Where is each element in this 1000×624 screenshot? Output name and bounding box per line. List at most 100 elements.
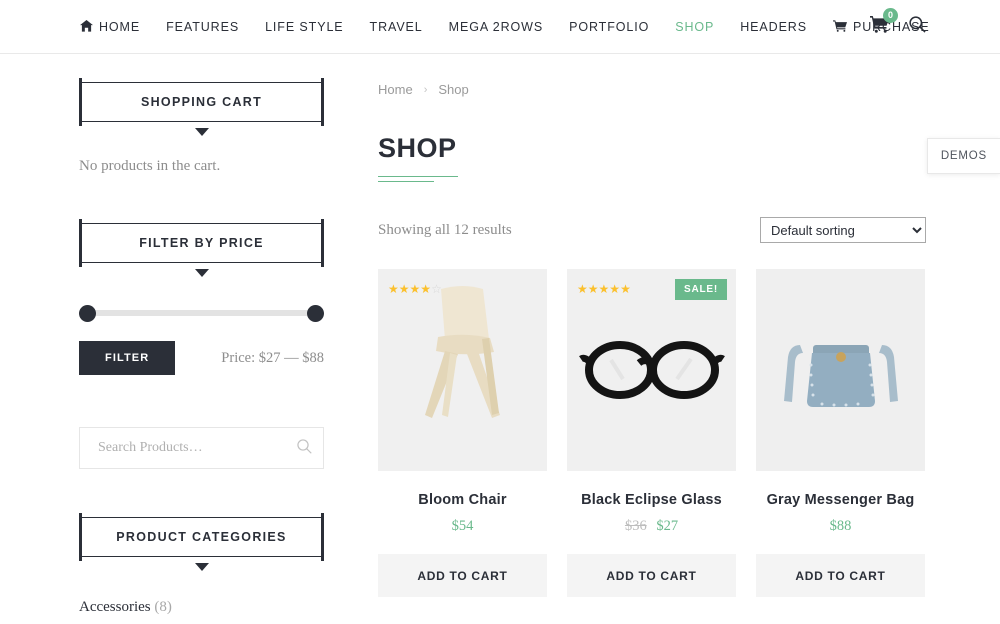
nav-label: SHOP [675,20,714,34]
nav-item-travel[interactable]: TRAVEL [370,20,423,34]
product-name[interactable]: Gray Messenger Bag [756,492,925,508]
product-rating: ★★★★☆ [388,283,442,295]
nav-item-life-style[interactable]: LIFE STYLE [265,20,343,34]
star-icon: ★ [410,282,421,296]
category-count: (8) [154,599,172,615]
main-content: Home › Shop SHOP Showing all 12 results … [378,82,926,624]
breadcrumb-current: Shop [438,82,468,97]
widget-filter-by-price: FILTER BY PRICE FILTER Price: $27 — $88 [79,223,324,375]
add-to-cart-button[interactable]: ADD TO CART [378,554,547,597]
cart-icon [833,20,847,34]
nav-item-mega-2rows[interactable]: MEGA 2ROWS [449,20,543,34]
caret-down-icon [195,128,209,136]
main-navigation: HOME FEATURES LIFE STYLE TRAVEL MEGA 2RO… [80,20,930,34]
nav-label: PORTFOLIO [569,20,649,34]
category-item-accessories[interactable]: Accessories (8) [79,591,324,624]
cart-empty-text: No products in the cart. [79,158,324,175]
page-title: SHOP [378,133,926,164]
nav-item-portfolio[interactable]: PORTFOLIO [569,20,649,34]
widget-title: PRODUCT CATEGORIES [116,530,286,544]
shop-page: HOME FEATURES LIFE STYLE TRAVEL MEGA 2RO… [0,0,1000,624]
star-icon: ★ [599,282,610,296]
breadcrumb-separator: › [424,84,428,96]
category-list: Accessories (8) Decoration (4) [79,591,324,624]
page-body: SHOPPING CART No products in the cart. F… [0,54,1000,624]
nav-item-home[interactable]: HOME [80,20,140,34]
widget-shopping-cart: SHOPPING CART No products in the cart. [79,82,324,175]
home-icon [80,20,93,34]
product-price: $54 [378,518,547,535]
shop-toolbar: Showing all 12 results Default sorting [378,217,926,243]
product-grid: ★★★★☆ Bloom Chair [378,269,926,597]
demos-tab[interactable]: DEMOS [927,138,1000,174]
star-icon: ☆ [431,282,442,296]
widget-product-categories: PRODUCT CATEGORIES Accessories (8) Decor… [79,517,324,624]
widget-title: SHOPPING CART [141,95,262,109]
product-card: Gray Messenger Bag $88 ADD TO CART [756,269,925,597]
nav-label: HOME [99,20,140,34]
add-to-cart-button[interactable]: ADD TO CART [567,554,736,597]
star-icon: ★ [588,282,599,296]
slider-handle-max[interactable] [307,305,324,322]
breadcrumb: Home › Shop [378,82,926,97]
nav-label: HEADERS [740,20,807,34]
product-rating: ★★★★★ [577,283,631,295]
product-old-price: $36 [625,518,647,534]
widget-title-box: SHOPPING CART [79,82,324,122]
slider-handle-min[interactable] [79,305,96,322]
nav-label: LIFE STYLE [265,20,343,34]
product-current-price: $88 [830,518,852,534]
messenger-bag-image [756,269,925,471]
filter-controls: FILTER Price: $27 — $88 [79,341,324,375]
product-name[interactable]: Bloom Chair [378,492,547,508]
nav-label: MEGA 2ROWS [449,20,543,34]
star-icon: ★ [388,282,399,296]
product-card: ★★★★☆ Bloom Chair [378,269,547,597]
site-header: HOME FEATURES LIFE STYLE TRAVEL MEGA 2RO… [0,0,1000,54]
search-input[interactable] [79,427,324,469]
sorting-select[interactable]: Default sorting [760,217,926,243]
product-thumbnail[interactable]: ★★★★☆ [378,269,547,471]
widget-product-search [79,427,324,469]
search-icon [297,439,312,454]
title-underline-short [378,181,434,182]
header-actions: 0 [870,16,926,38]
product-current-price: $27 [656,518,678,534]
star-icon: ★ [399,282,410,296]
search-icon [909,16,926,33]
widget-title: FILTER BY PRICE [139,236,264,250]
product-card: ★★★★★ SALE! [567,269,736,597]
star-icon: ★ [620,282,631,296]
breadcrumb-home[interactable]: Home [378,82,413,97]
add-to-cart-button[interactable]: ADD TO CART [756,554,925,597]
title-underline-long [378,176,458,177]
star-icon: ★ [609,282,620,296]
product-thumbnail[interactable] [756,269,925,471]
wooden-chair-image [378,269,547,471]
cart-button[interactable]: 0 [870,16,889,38]
price-range-slider[interactable] [79,305,324,321]
sidebar: SHOPPING CART No products in the cart. F… [79,82,324,624]
product-price: $36 $27 [567,518,736,535]
nav-item-features[interactable]: FEATURES [166,20,239,34]
search-button[interactable] [909,16,926,38]
product-price: $88 [756,518,925,535]
product-thumbnail[interactable]: ★★★★★ SALE! [567,269,736,471]
title-underline [378,176,926,182]
star-icon: ★ [420,282,431,296]
nav-item-shop[interactable]: SHOP [675,20,714,34]
slider-track [87,310,316,316]
category-name: Accessories [79,599,151,615]
product-name[interactable]: Black Eclipse Glass [567,492,736,508]
caret-down-icon [195,269,209,277]
nav-label: FEATURES [166,20,239,34]
filter-button[interactable]: FILTER [79,341,175,375]
sale-badge: SALE! [675,279,727,300]
widget-title-box: FILTER BY PRICE [79,223,324,263]
nav-item-headers[interactable]: HEADERS [740,20,807,34]
result-count: Showing all 12 results [378,222,512,239]
product-current-price: $54 [452,518,474,534]
search-submit-button[interactable] [297,439,312,457]
cart-count-badge: 0 [883,8,898,23]
star-icon: ★ [577,282,588,296]
